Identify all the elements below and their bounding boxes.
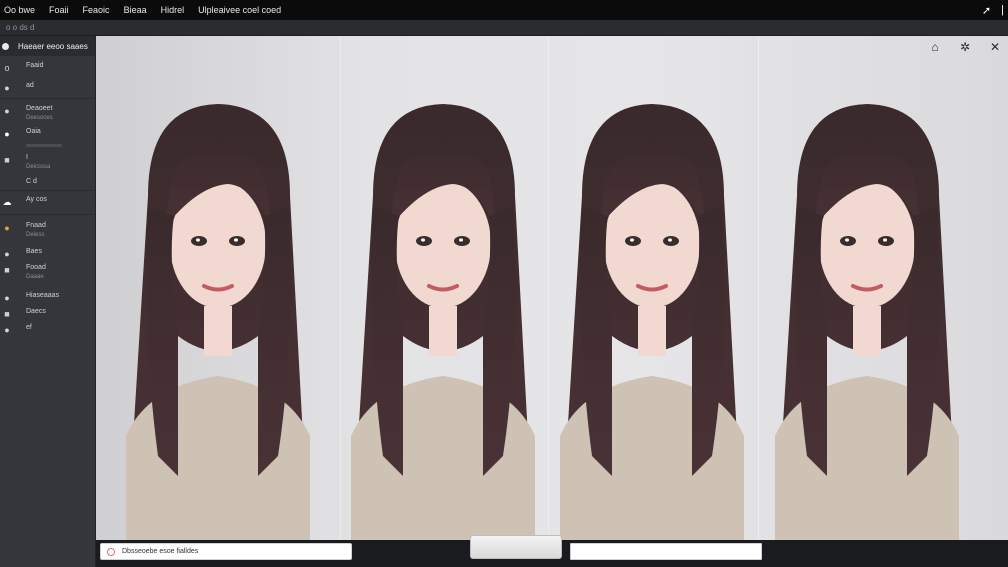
menu-item-0[interactable]: Oo bwe <box>4 5 35 15</box>
sidebar-header-label: Haeaer eeoo saaes <box>18 41 88 51</box>
cloud-icon: ☁ <box>2 196 12 207</box>
generated-image-4[interactable] <box>752 36 982 540</box>
sidebar-item-icon: ■ <box>4 309 10 319</box>
sidebar-item-label: Fooad <box>26 264 46 271</box>
sidebar-item-sub: Deicsssa <box>26 164 51 170</box>
home-icon[interactable]: ⌂ <box>928 40 942 54</box>
settings-icon[interactable]: ✲ <box>958 40 972 54</box>
sidebar-item-label: Fnaad <box>26 222 46 229</box>
divider-icon[interactable]: | <box>1001 4 1004 16</box>
sidebar-item-sub: Deesoces <box>26 115 53 121</box>
sidebar-item-icon: ● <box>4 223 10 233</box>
close-icon[interactable]: ✕ <box>988 40 1002 54</box>
sidebar-item-4[interactable]: ■ I Deicsssa <box>0 154 96 170</box>
viewport-toolbar: ⌂ ✲ ✕ <box>928 40 1002 54</box>
sidebar-item-icon: ● <box>4 129 10 139</box>
sidebar-item-0[interactable]: o Faaid <box>0 62 96 73</box>
generated-image-1[interactable] <box>96 36 340 540</box>
sidebar-item-icon: ■ <box>4 265 10 275</box>
menu-item-5[interactable]: Ulpleaivee coel coed <box>198 5 281 15</box>
sidebar-item-label: Ay cos <box>26 196 47 203</box>
prompt-input[interactable]: Dbsseoebe esoe fialldes <box>100 543 352 560</box>
sidebar-item-label: Faaid <box>26 62 44 69</box>
generated-image-3[interactable] <box>542 36 762 540</box>
arrow-icon[interactable]: ➚ <box>982 4 991 17</box>
radio-dot-icon <box>2 42 9 50</box>
sidebar-item-label: Deaoeet <box>26 105 53 112</box>
image-viewport[interactable]: ⌂ ✲ ✕ <box>96 36 1008 540</box>
sidebar-item-sub: Deiess <box>26 232 45 238</box>
sidebar-item-12[interactable]: ● ef <box>0 324 96 335</box>
sidebar-item-label: Baes <box>26 248 42 255</box>
sidebar-item-2[interactable]: ● Deaoeet Deesoces <box>0 105 96 121</box>
prompt-icon <box>107 547 115 556</box>
bottom-bar: Dbsseoebe esoe fialldes <box>96 535 1008 567</box>
sidebar-item-label: ad <box>26 82 34 89</box>
sidebar-item-8[interactable]: ● Baes <box>0 248 96 259</box>
menu-item-4[interactable]: Hidrel <box>161 5 185 15</box>
sidebar-item-3[interactable]: ● Oaia <box>0 128 96 139</box>
sidebar-item-7[interactable]: ● Fnaad Deiess <box>0 222 96 238</box>
window-controls: ➚ | <box>982 0 1004 20</box>
divider <box>0 214 96 215</box>
menu-item-3[interactable]: Bieaa <box>124 5 147 15</box>
slider-track[interactable] <box>26 144 62 147</box>
sidebar-item-label: C d <box>26 178 37 185</box>
sidebar: Haeaer eeoo saaes o Faaid ● ad ● Deaoeet… <box>0 36 96 567</box>
sidebar-item-label: Oaia <box>26 128 41 135</box>
breadcrumb: o o ds d <box>6 23 35 32</box>
sidebar-item-icon <box>2 179 12 189</box>
sidebar-item-1[interactable]: ● ad <box>0 82 96 93</box>
generated-image-2[interactable] <box>328 36 558 540</box>
sidebar-item-5[interactable]: C d <box>0 178 96 189</box>
sidebar-item-label: Daecs <box>26 308 46 315</box>
generate-button[interactable] <box>470 535 562 559</box>
sidebar-item-icon: ● <box>4 293 10 303</box>
sidebar-item-icon: ● <box>4 83 10 93</box>
sidebar-item-11[interactable]: ■ Daecs <box>0 308 96 319</box>
sidebar-item-label: ef <box>26 324 32 331</box>
sidebar-item-label: I <box>26 154 28 161</box>
divider <box>0 190 96 191</box>
sidebar-item-10[interactable]: ● Hiaseaaas <box>0 292 96 303</box>
secondary-input[interactable] <box>570 543 762 560</box>
sidebar-item-6[interactable]: ☁ Ay cos <box>0 196 96 207</box>
sidebar-item-label: Hiaseaaas <box>26 292 60 299</box>
sidebar-item-sub: Daaae <box>26 274 44 280</box>
sidebar-item-9[interactable]: ■ Fooad Daaae <box>0 264 96 280</box>
prompt-text: Dbsseoebe esoe fialldes <box>122 548 199 555</box>
sidebar-item-icon: o <box>4 63 10 73</box>
menu-item-1[interactable]: Foaii <box>49 5 69 15</box>
sidebar-item-icon: ■ <box>4 155 10 165</box>
sidebar-item-icon: ● <box>4 106 10 116</box>
sidebar-item-icon: ● <box>4 325 10 335</box>
divider <box>0 98 96 99</box>
sub-toolbar: o o ds d <box>0 20 1008 36</box>
sidebar-header[interactable]: Haeaer eeoo saaes <box>0 36 95 56</box>
menu-bar: Oo bwe Foaii Feaoic Bieaa Hidrel Ulpleai… <box>0 0 1008 20</box>
sidebar-item-icon: ● <box>4 249 10 259</box>
menu-item-2[interactable]: Feaoic <box>83 5 110 15</box>
